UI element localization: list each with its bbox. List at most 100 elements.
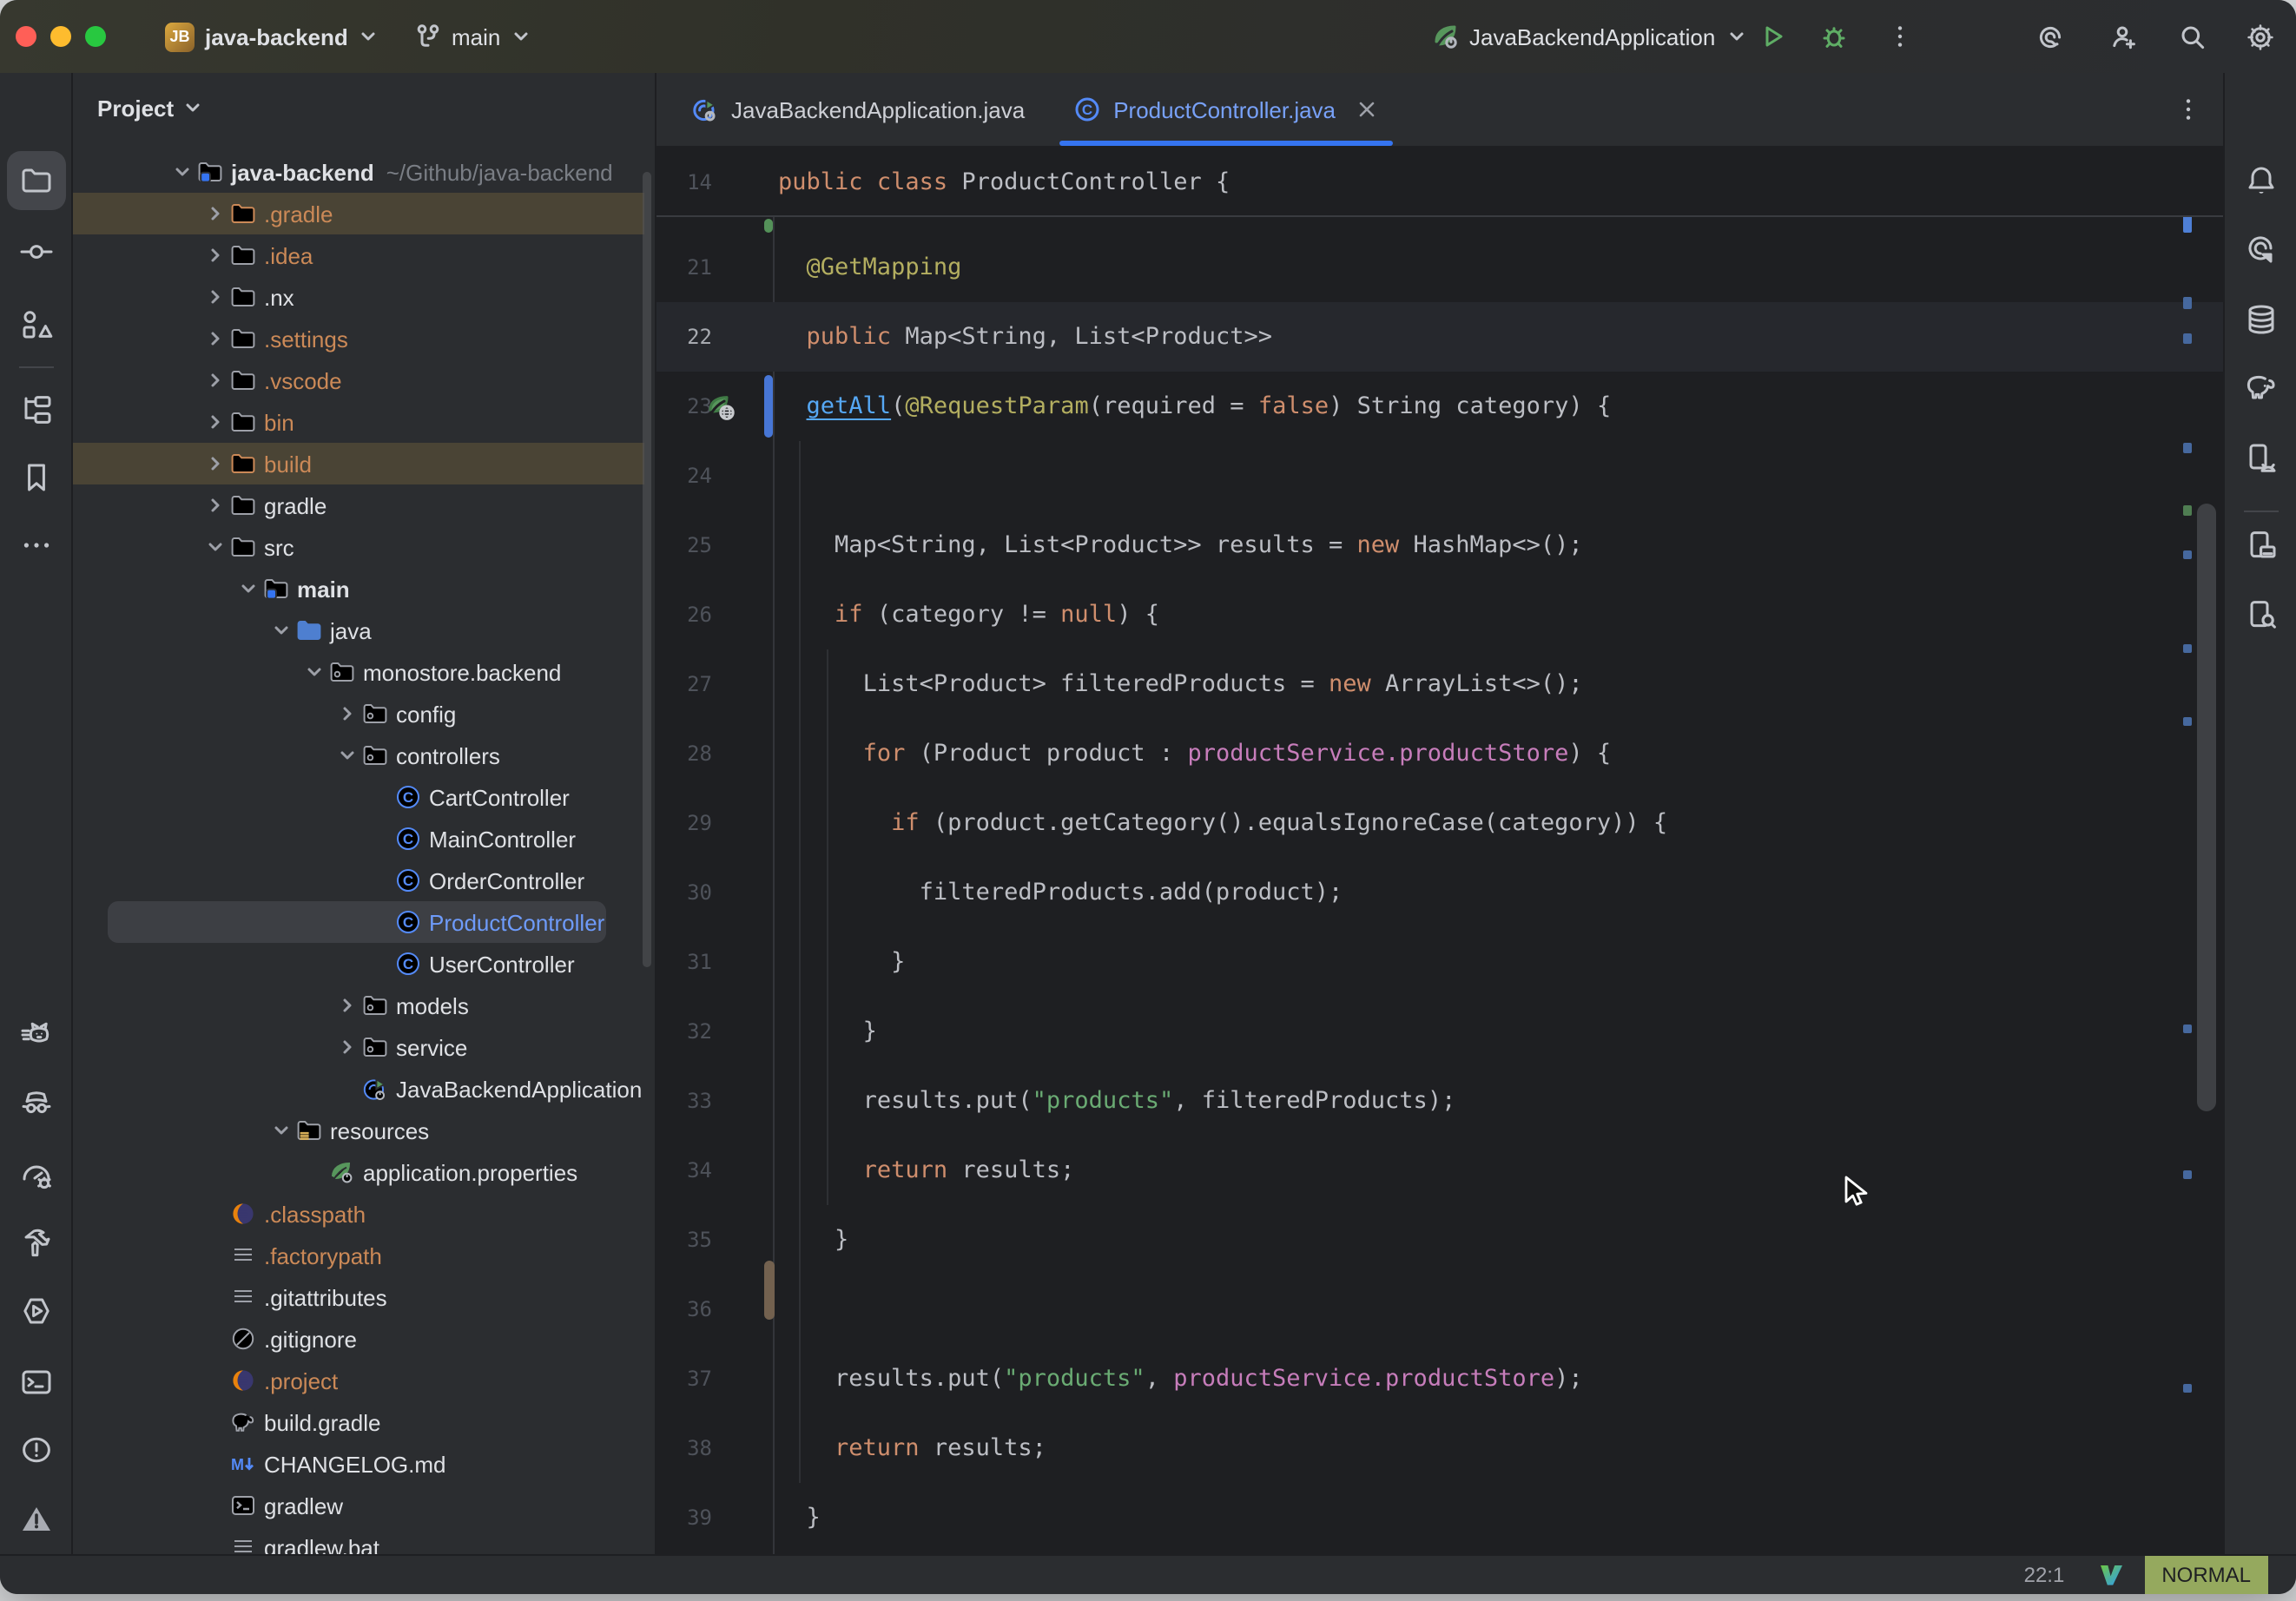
tool-window-button-problems[interactable] (6, 1420, 65, 1479)
tool-window-button-structure[interactable] (6, 295, 65, 354)
code-line-24[interactable]: 24 (656, 441, 2223, 511)
tree-item--gitattributes[interactable]: .gitattributes (73, 1276, 655, 1318)
ideavim-icon[interactable] (2095, 1561, 2123, 1589)
project-panel-header[interactable]: Project (97, 87, 203, 128)
tree-item-config[interactable]: config (73, 693, 655, 735)
caret-position[interactable]: 22:1 (2024, 1563, 2065, 1587)
project-switcher[interactable]: JB java-backend (165, 0, 379, 73)
editor-scrollbar[interactable] (2197, 504, 2216, 1111)
tree-item-resources[interactable]: resources (73, 1110, 655, 1151)
tool-window-button-device-inspection[interactable] (2231, 585, 2290, 644)
tool-window-button-terminal[interactable] (6, 1353, 65, 1412)
chevron-right-icon[interactable] (201, 328, 229, 349)
tree-item-gradle[interactable]: gradle (73, 484, 655, 526)
settings-button[interactable] (2246, 0, 2275, 73)
more-run-actions-button[interactable] (1886, 0, 1914, 73)
tree-item-java-backend[interactable]: java-backend~/Github/java-backend (73, 151, 655, 193)
tree-item-java[interactable]: java (73, 609, 655, 651)
tree-item-application-properties[interactable]: application.properties (73, 1151, 655, 1193)
tab-productcontroller-java[interactable]: CProductController.java (1049, 73, 1403, 146)
tree-item-cartcontroller[interactable]: CCartController (73, 776, 655, 818)
chevron-right-icon[interactable] (201, 495, 229, 516)
chevron-right-icon[interactable] (201, 203, 229, 224)
chevron-right-icon[interactable] (201, 412, 229, 432)
tool-window-button-more-tool-windows[interactable] (6, 516, 65, 575)
code-line-23[interactable]: 23 getAll(@RequestParam(required = false… (656, 372, 2223, 441)
code-line-36[interactable]: 36 (656, 1275, 2223, 1344)
code-line-34[interactable]: 34 return results; (656, 1136, 2223, 1205)
tool-window-button-ai-assistant[interactable] (2231, 221, 2290, 280)
tool-window-button-services[interactable] (6, 1281, 65, 1341)
tree-item-monostore-backend[interactable]: monostore.backend (73, 651, 655, 693)
tool-window-button-warnings[interactable] (6, 1490, 65, 1549)
chevron-down-icon[interactable] (234, 578, 262, 599)
code-line-38[interactable]: 38 return results; (656, 1413, 2223, 1483)
tree-item-gradlew[interactable]: gradlew (73, 1485, 655, 1526)
tree-item-gradlew-bat[interactable]: gradlew.bat (73, 1526, 655, 1554)
tool-window-button-ai-cat[interactable] (6, 1005, 65, 1064)
tree-item-src[interactable]: src (73, 526, 655, 568)
tree-item-maincontroller[interactable]: CMainController (73, 818, 655, 860)
close-tab-icon[interactable] (1355, 97, 1379, 122)
tree-item--classpath[interactable]: .classpath (73, 1193, 655, 1235)
chevron-down-icon[interactable] (201, 537, 229, 557)
code-line-26[interactable]: 26 if (category != null) { (656, 580, 2223, 649)
tree-item-productcontroller[interactable]: CProductController (73, 901, 655, 943)
tool-window-button-notifications[interactable] (2231, 151, 2290, 210)
code-line-39[interactable]: 39 } (656, 1483, 2223, 1552)
code-line-30[interactable]: 30 filteredProducts.add(product); (656, 858, 2223, 927)
tool-window-button-bookmarks[interactable] (6, 448, 65, 507)
tree-item-build-gradle[interactable]: build.gradle (73, 1401, 655, 1443)
tree-item-build[interactable]: build (73, 443, 655, 484)
tool-window-button-project[interactable] (6, 151, 65, 210)
tab-javabackendapplication-java[interactable]: JavaBackendApplication.java (667, 73, 1049, 146)
tree-item-javabackendapplication[interactable]: JavaBackendApplication (73, 1068, 655, 1110)
tab-options-button[interactable] (2174, 73, 2202, 146)
code-line-21[interactable]: 21 @GetMapping (656, 233, 2223, 302)
tree-item--project[interactable]: .project (73, 1360, 655, 1401)
tree-item--factorypath[interactable]: .factorypath (73, 1235, 655, 1276)
code-line-29[interactable]: 29 if (product.getCategory().equalsIgnor… (656, 788, 2223, 858)
debug-button[interactable] (1820, 0, 1848, 73)
tool-window-button-gradle[interactable] (2231, 358, 2290, 417)
tree-item--gradle[interactable]: .gradle (73, 193, 655, 234)
code-line-27[interactable]: 27 List<Product> filteredProducts = new … (656, 649, 2223, 719)
tree-item-controllers[interactable]: controllers (73, 735, 655, 776)
chevron-right-icon[interactable] (201, 287, 229, 307)
tree-item-usercontroller[interactable]: CUserController (73, 943, 655, 985)
branch-switcher[interactable]: main (413, 0, 531, 73)
zoom-button[interactable] (85, 26, 106, 47)
tree-item-changelog-md[interactable]: MCHANGELOG.md (73, 1443, 655, 1485)
chevron-right-icon[interactable] (333, 703, 361, 724)
search-everywhere-button[interactable] (2178, 0, 2207, 73)
code-line-37[interactable]: 37 results.put("products", productServic… (656, 1344, 2223, 1413)
code-line-31[interactable]: 31 } (656, 927, 2223, 997)
tree-item-service[interactable]: service (73, 1026, 655, 1068)
tool-window-button-device-explorer[interactable] (2231, 516, 2290, 575)
chevron-down-icon[interactable] (300, 662, 328, 682)
tool-window-button-database[interactable] (2231, 290, 2290, 349)
tree-item--idea[interactable]: .idea (73, 234, 655, 276)
code-editor[interactable]: 21 @GetMapping22 public Map<String, List… (656, 148, 2223, 1554)
spring-endpoint-mapping-icon[interactable] (707, 392, 736, 422)
tree-item--vscode[interactable]: .vscode (73, 359, 655, 401)
project-scrollbar[interactable] (643, 172, 651, 967)
code-line-33[interactable]: 33 results.put("products", filteredProdu… (656, 1066, 2223, 1136)
tool-window-button-incognito[interactable] (6, 1073, 65, 1132)
tool-window-button-build[interactable] (6, 1214, 65, 1273)
sticky-line-14[interactable]: 14public class ProductController { (656, 148, 2223, 217)
tool-window-button-running-devices[interactable] (2231, 429, 2290, 488)
chevron-right-icon[interactable] (201, 245, 229, 266)
code-line-28[interactable]: 28 for (Product product : productService… (656, 719, 2223, 788)
tool-window-button-hierarchy[interactable] (6, 380, 65, 439)
add-user-button[interactable] (2108, 0, 2138, 73)
code-line-35[interactable]: 35 } (656, 1205, 2223, 1275)
chevron-right-icon[interactable] (333, 995, 361, 1016)
run-configuration[interactable]: JavaBackendApplication (1431, 0, 1746, 73)
chevron-right-icon[interactable] (201, 453, 229, 474)
code-line-32[interactable]: 32 } (656, 997, 2223, 1066)
tool-window-button-profiler[interactable] (6, 1146, 65, 1205)
chevron-down-icon[interactable] (333, 745, 361, 766)
code-line-25[interactable]: 25 Map<String, List<Product>> results = … (656, 511, 2223, 580)
code-line-22[interactable]: 22 public Map<String, List<Product>> (656, 302, 2223, 372)
